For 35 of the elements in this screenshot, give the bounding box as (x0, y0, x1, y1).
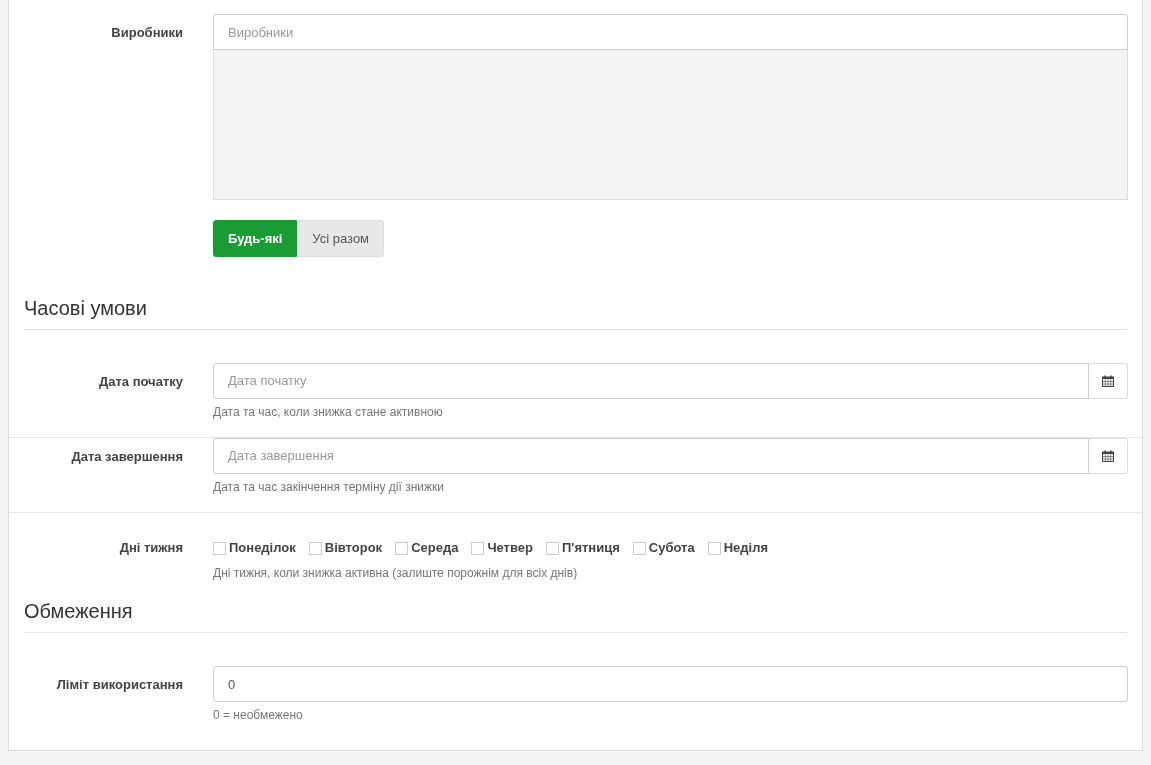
help-text: Дата та час, коли знижка стане активною (213, 404, 444, 421)
section-heading: Обмеження (24, 599, 134, 624)
field-label: Дата завершення (71, 449, 183, 464)
calendar-icon (1102, 375, 1114, 387)
date-field[interactable]: Дата завершення (213, 438, 1089, 474)
mode-toggle-button[interactable]: Будь-які (213, 220, 298, 257)
date-field[interactable]: Дата початку (213, 363, 1089, 399)
help-text: Дні тижня, коли знижка активна (залиште порожнім для всіх днів) (213, 565, 579, 582)
calendar-button[interactable] (1089, 363, 1128, 399)
field-label: Виробники (111, 25, 183, 40)
field-label: Дата початку (98, 374, 183, 389)
checkbox-label: Понеділок (229, 539, 296, 558)
calendar-icon (1102, 450, 1114, 462)
checkbox-label: Четвер (487, 539, 533, 558)
checkbox-label: Неділя (723, 539, 768, 558)
checkbox[interactable] (213, 541, 226, 555)
usage-limit-field[interactable]: 0 (213, 666, 1128, 702)
checkbox-label: Субота (648, 539, 695, 558)
checkbox[interactable] (395, 541, 409, 555)
checkbox[interactable] (308, 541, 322, 555)
calendar-button[interactable] (1089, 438, 1128, 474)
checkbox[interactable] (632, 541, 646, 555)
checkbox[interactable] (545, 541, 559, 555)
field-label: Дні тижня (119, 540, 183, 555)
help-text: Дата та час закінчення терміну дії знижки (213, 479, 445, 496)
checkbox-label: Середа (411, 539, 459, 558)
section-heading: Часові умови (24, 296, 148, 321)
checkbox-label: П'ятниця (561, 539, 620, 558)
checkbox[interactable] (471, 541, 485, 555)
checkbox[interactable] (707, 541, 721, 555)
field-label: Ліміт використання (56, 677, 183, 692)
checkbox-label: Вівторок (324, 539, 383, 558)
mode-toggle-button[interactable]: Усі разом (297, 220, 385, 257)
manufacturers-search-field[interactable]: Виробники (213, 14, 1128, 50)
help-text: 0 = необмежено (213, 707, 304, 724)
